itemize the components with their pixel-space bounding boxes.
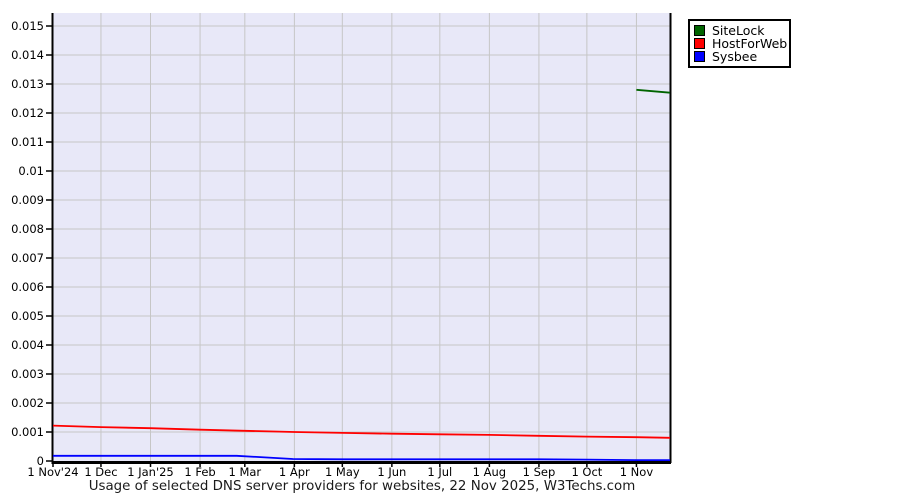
y-axis-label: 0.011 bbox=[11, 135, 44, 149]
y-axis-label: 0.009 bbox=[11, 193, 44, 207]
y-axis-label: 0.002 bbox=[11, 396, 44, 410]
y-axis-label: 0.012 bbox=[11, 106, 44, 120]
y-axis-label: 0.008 bbox=[11, 222, 44, 236]
chart-title: Usage of selected DNS server providers f… bbox=[88, 479, 636, 494]
plot-background bbox=[53, 13, 671, 463]
legend-swatch-icon bbox=[694, 25, 705, 36]
y-axis-label: 0.001 bbox=[11, 425, 44, 439]
y-axis-label: 0.013 bbox=[11, 77, 44, 91]
y-axis-label: 0.003 bbox=[11, 367, 44, 381]
x-axis-label: 1 Nov bbox=[619, 465, 654, 479]
legend: SiteLock HostForWeb Sysbee bbox=[688, 19, 791, 68]
y-axis-label: 0.006 bbox=[11, 280, 44, 294]
y-axis-label: 0.01 bbox=[18, 164, 44, 178]
chart-canvas: 0 0.001 0.002 0.003 0.004 0.005 0.006 0.007 0.00… bbox=[0, 0, 900, 500]
legend-swatch-icon bbox=[694, 51, 705, 62]
y-axis-label: 0.004 bbox=[11, 338, 44, 352]
y-axis-label: 0.014 bbox=[11, 48, 44, 62]
y-axis-label: 0.007 bbox=[11, 251, 44, 265]
plot-area bbox=[46, 13, 672, 467]
legend-item-sysbee: Sysbee bbox=[694, 50, 786, 63]
legend-label: Sysbee bbox=[712, 49, 758, 64]
y-axis-label: 0.005 bbox=[11, 309, 44, 323]
legend-swatch-icon bbox=[694, 38, 705, 49]
y-axis-label: 0.015 bbox=[11, 19, 44, 33]
